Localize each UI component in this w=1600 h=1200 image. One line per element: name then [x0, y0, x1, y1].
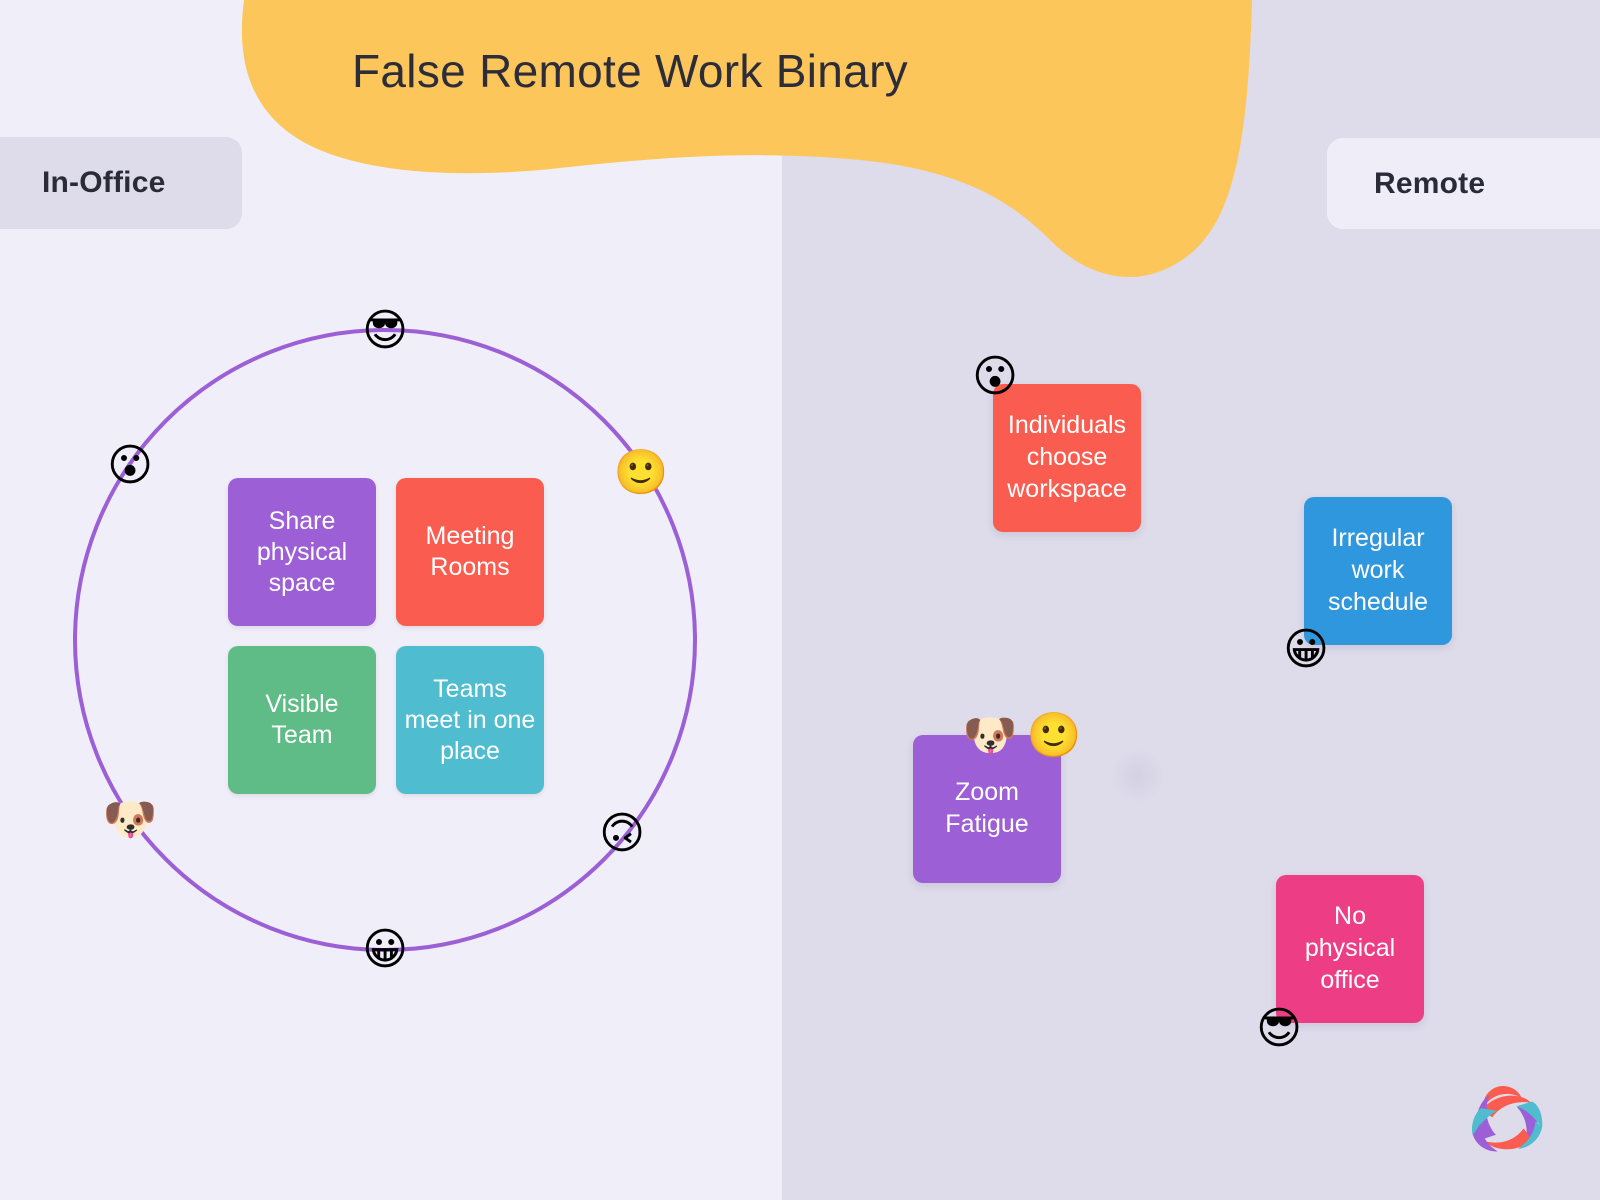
- marker-dog-lower-left: 🐶: [102, 795, 158, 844]
- marker-sunglasses-top: 😎: [362, 306, 408, 355]
- marker-grinning-bottom: 😀: [362, 925, 408, 974]
- marker-grinning-face: 😀: [1283, 625, 1329, 674]
- infographic-canvas: In-Office Remote False Remote Work Binar…: [0, 0, 1600, 1200]
- card-meeting-rooms[interactable]: Meeting Rooms: [396, 478, 544, 626]
- marker-upside-down-lower-right: 🙃: [599, 809, 645, 858]
- card-individuals-choose-workspace[interactable]: Individuals choose workspace: [993, 384, 1141, 532]
- header-pill-in-office: In-Office: [0, 137, 242, 229]
- card-no-physical-office[interactable]: No physical office: [1276, 875, 1424, 1023]
- card-share-physical-space[interactable]: Share physical space: [228, 478, 376, 626]
- header-pill-remote-label: Remote: [1374, 166, 1486, 200]
- page-title: False Remote Work Binary: [352, 45, 908, 97]
- card-irregular-work-schedule[interactable]: Irregular work schedule: [1304, 497, 1452, 645]
- header-pill-remote: Remote: [1327, 138, 1600, 229]
- marker-hushed-upper-left: 😮: [107, 441, 153, 490]
- marker-dog-face: 🐶: [962, 711, 1018, 760]
- marker-hushed-face: 😮: [972, 352, 1018, 401]
- pinwheel-logo: [1472, 1085, 1543, 1152]
- marker-slight-smile-right: 🙂: [613, 448, 669, 497]
- marker-slightly-smiling-face: 🙂: [1026, 711, 1082, 760]
- header-pill-in-office-label: In-Office: [42, 166, 166, 199]
- in-office-card-grid: Share physical space Meeting Rooms Visible…: [228, 478, 544, 794]
- marker-sunglasses-face: 😎: [1256, 1004, 1302, 1053]
- watermark-dot: [1110, 748, 1166, 804]
- card-teams-meet-in-one-place[interactable]: Teams meet in one place: [396, 646, 544, 794]
- card-visible-team[interactable]: Visible Team: [228, 646, 376, 794]
